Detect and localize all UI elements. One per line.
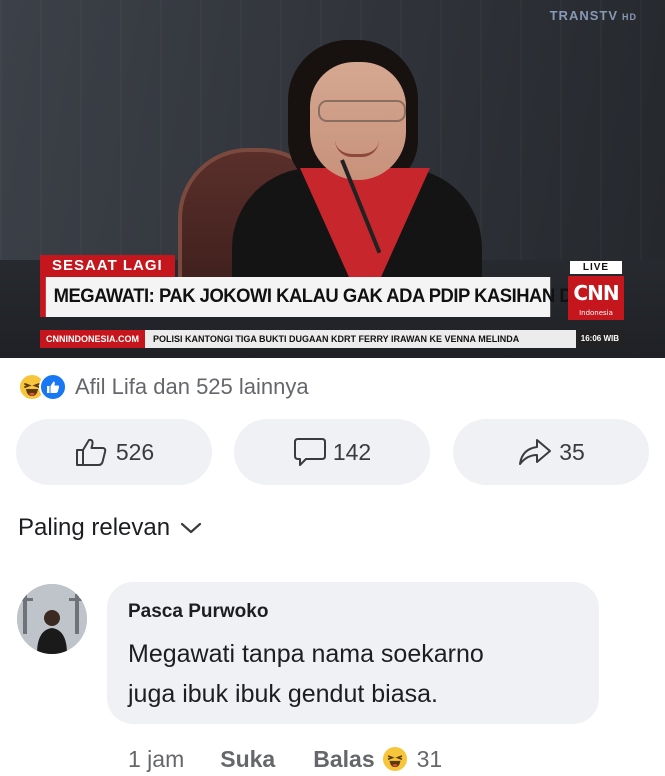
sesaat-lagi-badge: SESAAT LAGI	[40, 255, 175, 277]
news-headline: MEGAWATI: PAK JOKOWI KALAU GAK ADA PDIP …	[40, 277, 597, 317]
comment-button[interactable]: 142	[234, 419, 430, 485]
comment-sort-dropdown[interactable]: Paling relevan	[18, 514, 202, 542]
reactions-summary-text: Afil Lifa dan 525 lainnya	[75, 374, 309, 399]
ticker-time: 16:06 WIB	[575, 330, 624, 348]
comment-author-name[interactable]: Pasca Purwoko	[128, 601, 268, 623]
cnn-logo: CNN Indonesia	[568, 276, 624, 320]
reactions-summary[interactable]: Afil Lifa dan 525 lainnya	[18, 371, 309, 403]
comment-reaction-count: 31	[416, 745, 443, 772]
share-button[interactable]: 35	[453, 419, 649, 485]
comment-text-line-2: juga ibuk ibuk gendut biasa.	[128, 680, 438, 708]
video-frame[interactable]: TRANSTV HD SESAAT LAGI LIVE MEGAWATI: PAK…	[0, 0, 665, 358]
share-arrow-icon	[519, 439, 552, 465]
comment-reply-button[interactable]: Balas	[313, 746, 374, 773]
comment-bubble-icon	[293, 438, 326, 466]
cnn-logo-subtext: Indonesia	[579, 309, 613, 317]
comment-text: Megawati tanpa nama soekarno juga ibuk i…	[128, 634, 588, 714]
ticker-text: POLISI KANTONGI TIGA BUKTI DUGAAN KDRT F…	[153, 334, 520, 344]
comment-text-line-1: Megawati tanpa nama soekarno	[128, 640, 484, 668]
sort-label: Paling relevan	[18, 514, 171, 541]
cnn-logo-text: CNN	[573, 281, 619, 305]
ticker-site: CNNINDONESIA.COM	[40, 330, 146, 348]
chevron-down-icon	[181, 522, 202, 534]
avatar[interactable]	[17, 584, 87, 654]
comment-like-button[interactable]: Suka	[220, 746, 275, 773]
comment-timestamp[interactable]: 1 jam	[128, 746, 184, 773]
comment-count: 142	[332, 438, 372, 465]
share-count: 35	[559, 438, 585, 465]
comment-meta: 1 jam Suka Balas 31	[128, 742, 442, 776]
watermark-hd: HD	[622, 12, 637, 22]
live-badge: LIVE	[570, 261, 622, 274]
speaker-glasses	[318, 100, 406, 122]
thumbs-up-icon	[75, 438, 107, 466]
channel-watermark: TRANSTV HD	[550, 8, 637, 23]
like-count: 526	[115, 438, 155, 465]
haha-icon[interactable]	[382, 747, 407, 771]
like-icon	[39, 373, 67, 401]
avatar-photo	[17, 584, 87, 654]
news-ticker: CNNINDONESIA.COM POLISI KANTONGI TIGA BUK…	[40, 330, 624, 348]
watermark-text: TRANSTV	[549, 8, 618, 23]
like-button[interactable]: 526	[16, 419, 212, 485]
